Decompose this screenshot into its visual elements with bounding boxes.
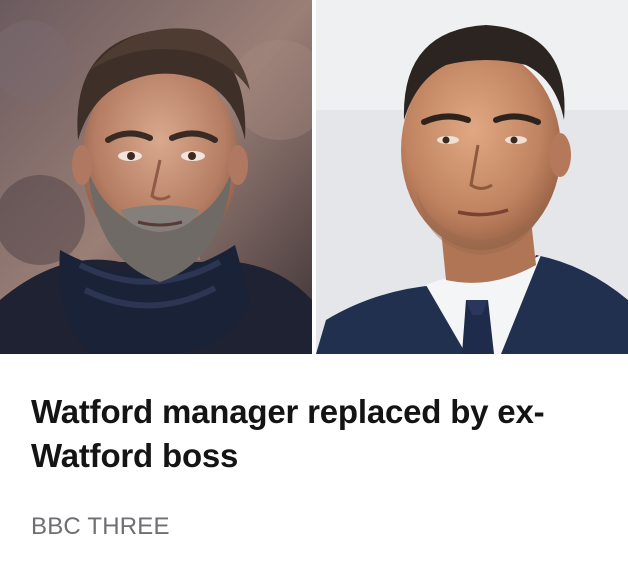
image-row [0,0,628,354]
portrait-bearded-man-image [0,0,312,354]
article-headline[interactable]: Watford manager replaced by ex-Watford b… [31,390,591,478]
right-photo [316,0,628,354]
portrait-man-in-suit-image [316,0,628,354]
news-card[interactable]: Watford manager replaced by ex-Watford b… [0,0,628,570]
left-photo [0,0,312,354]
article-source: BBC THREE [31,513,170,540]
